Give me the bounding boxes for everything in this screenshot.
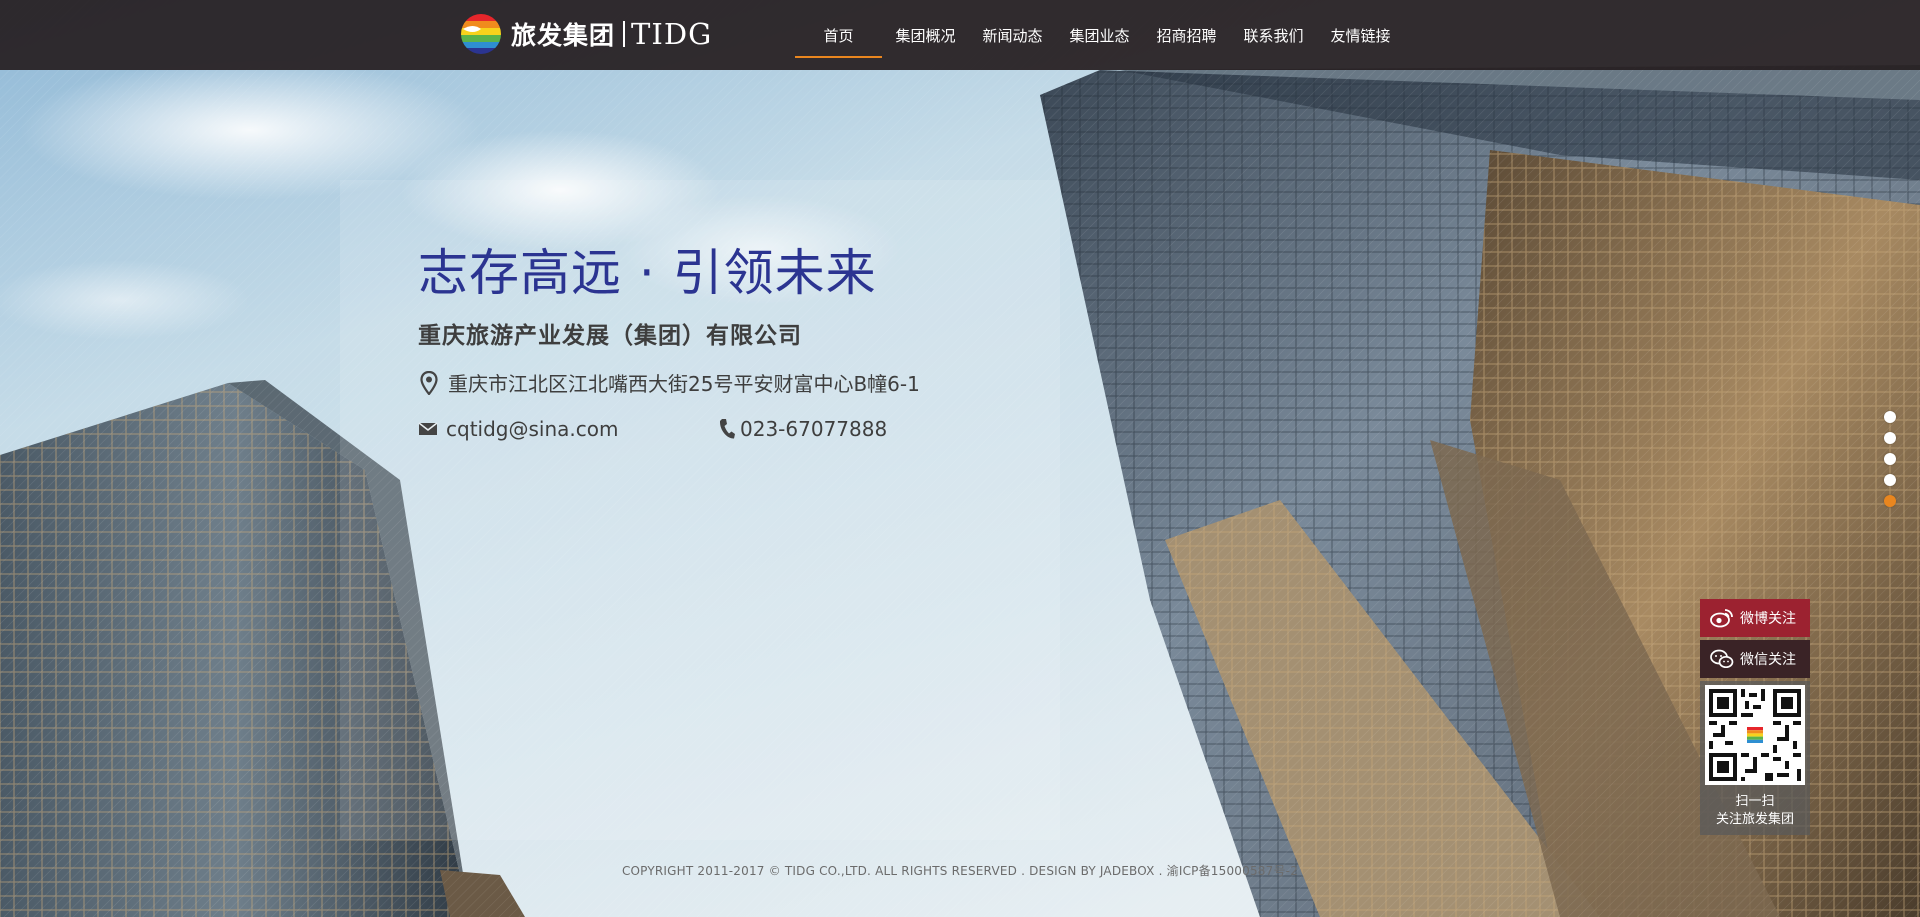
weibo-follow-button[interactable]: 微博关注 — [1700, 599, 1810, 637]
qr-caption-line1: 扫一扫 — [1735, 794, 1775, 809]
contact-row: cqtidg@sina.com 023-67077888 — [418, 417, 920, 441]
wechat-follow-label: 微信关注 — [1740, 652, 1796, 668]
logo-divider — [623, 21, 626, 47]
qr-code-panel: 扫一扫 关注旅发集团 — [1700, 681, 1810, 835]
phone-icon — [718, 418, 736, 440]
phone-item[interactable]: 023-67077888 — [718, 417, 887, 441]
qr-code-image — [1705, 685, 1805, 785]
wechat-icon — [1710, 649, 1734, 669]
slider-dot-active[interactable] — [1884, 495, 1896, 507]
nav-item-recruitment[interactable]: 招商招聘 — [1143, 0, 1230, 70]
nav-item-news[interactable]: 新闻动态 — [969, 0, 1056, 70]
hero-background — [0, 0, 1920, 917]
weibo-follow-label: 微博关注 — [1740, 611, 1796, 627]
phone-text: 023-67077888 — [740, 417, 888, 441]
slider-dot[interactable] — [1884, 432, 1896, 444]
company-name: 重庆旅游产业发展（集团）有限公司 — [418, 323, 802, 349]
envelope-icon — [418, 421, 438, 437]
nav-item-business[interactable]: 集团业态 — [1056, 0, 1143, 70]
email-text: cqtidg@sina.com — [446, 417, 619, 441]
nav-item-links[interactable]: 友情链接 — [1317, 0, 1404, 70]
nav-item-group-overview[interactable]: 集团概况 — [882, 0, 969, 70]
address-row: 重庆市江北区江北嘴西大街25号平安财富中心B幢6-1 — [418, 368, 920, 397]
wechat-follow-button[interactable]: 微信关注 — [1700, 640, 1810, 678]
qr-caption: 扫一扫 关注旅发集团 — [1705, 793, 1805, 829]
hero-slogan: 志存高远 · 引领未来 — [418, 244, 877, 302]
qr-caption-line2: 关注旅发集团 — [1715, 812, 1794, 827]
tidg-logo[interactable]: 旅发集团 TIDG — [459, 13, 712, 55]
main-nav: 首页 集团概况 新闻动态 集团业态 招商招聘 联系我们 友情链接 — [795, 0, 1404, 70]
slider-dot[interactable] — [1884, 474, 1896, 486]
social-follow-panel: 微博关注 微信关注 扫一扫 关注旅发集团 — [1700, 599, 1810, 835]
nav-item-home[interactable]: 首页 — [795, 0, 882, 70]
skyscraper-background-image — [0, 0, 1920, 917]
weibo-icon — [1710, 608, 1734, 628]
hero-content: 志存高远 · 引领未来 重庆旅游产业发展（集团）有限公司 重庆市江北区江北嘴西大… — [418, 240, 920, 441]
location-pin-icon — [418, 370, 440, 395]
logo-english-text: TIDG — [631, 17, 713, 51]
nav-item-contact[interactable]: 联系我们 — [1230, 0, 1317, 70]
slider-pagination — [1884, 411, 1896, 516]
address-text: 重庆市江北区江北嘴西大街25号平安财富中心B幢6-1 — [448, 372, 920, 396]
copyright-text: COPYRIGHT 2011-2017 © TIDG CO.,LTD. ALL … — [621, 864, 1299, 878]
email-item[interactable]: cqtidg@sina.com — [418, 417, 718, 441]
top-header: 旅发集团 TIDG 首页 集团概况 新闻动态 集团业态 招商招聘 联系我们 友情… — [0, 0, 1920, 70]
slider-dot[interactable] — [1884, 453, 1896, 465]
logo-chinese-text: 旅发集团 — [511, 21, 616, 50]
slider-dot[interactable] — [1884, 411, 1896, 423]
rainbow-logo-icon — [459, 13, 503, 55]
